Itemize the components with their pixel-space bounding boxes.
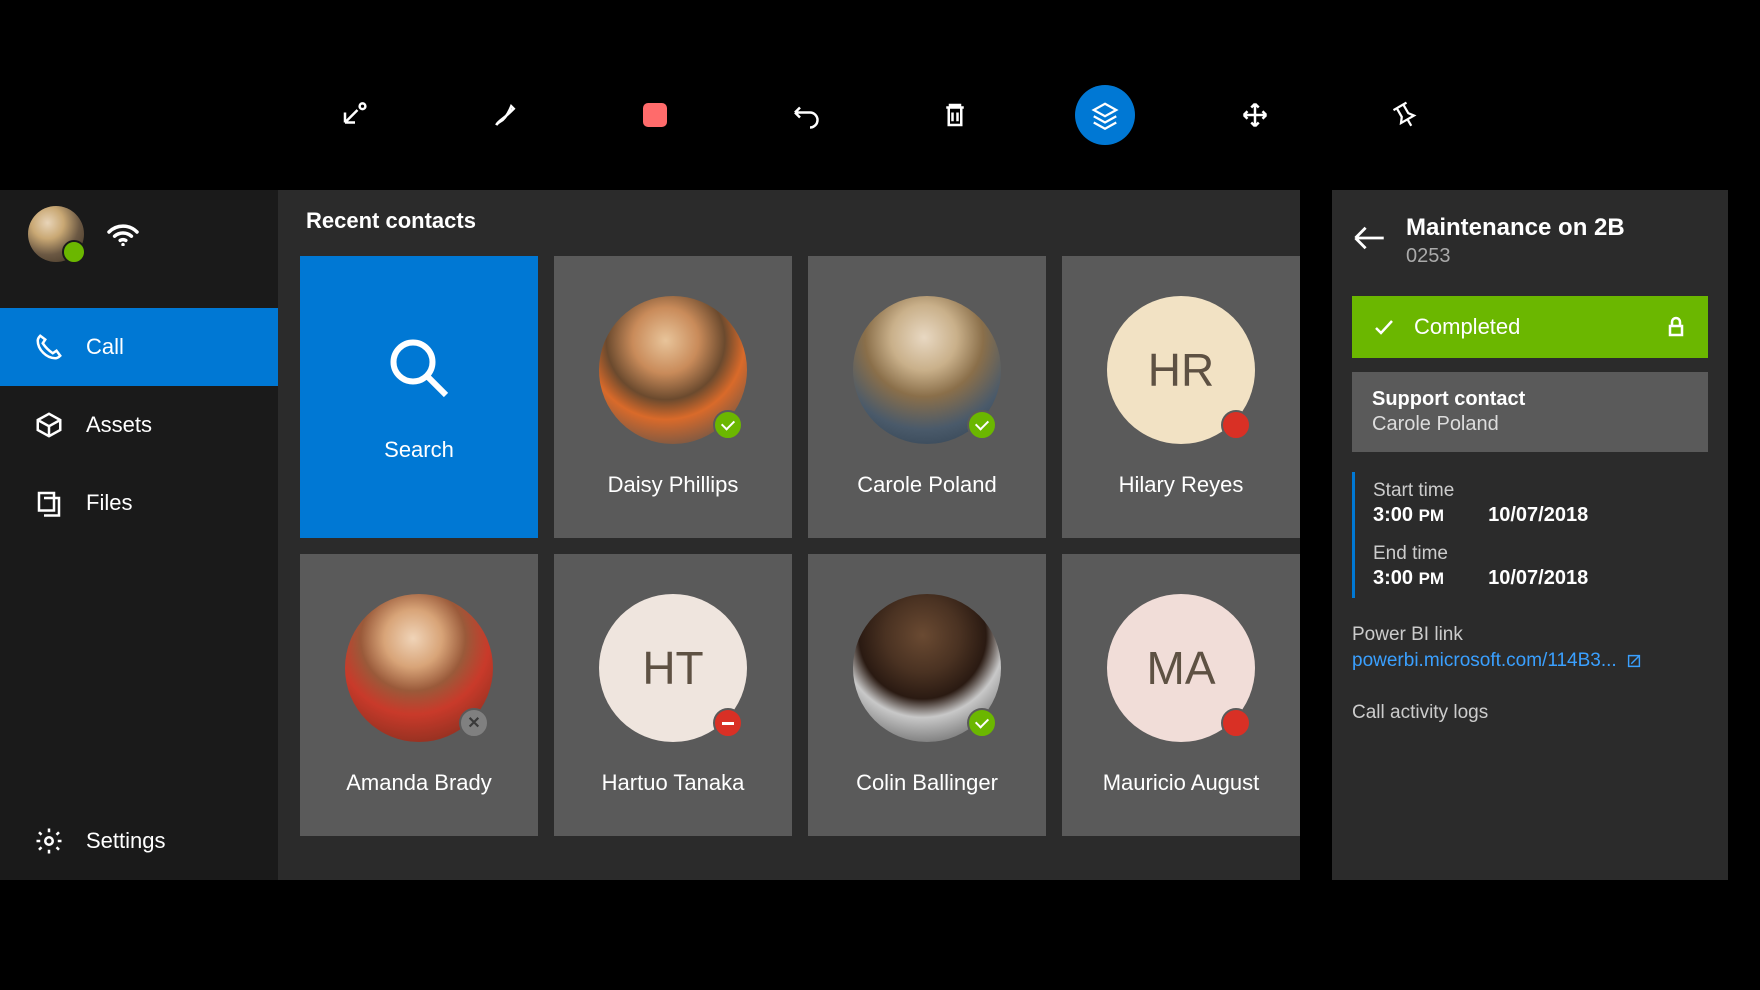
start-time: 3:00 PM [1373,504,1444,527]
check-icon [1372,315,1396,339]
contact-tile[interactable]: MA Mauricio August [1062,554,1300,836]
status-label: Completed [1414,314,1520,340]
support-value: Carole Poland [1372,413,1688,436]
lock-icon [1664,315,1688,339]
wifi-icon[interactable] [106,218,140,251]
contact-avatar [853,594,1001,742]
contact-name: Hartuo Tanaka [602,770,745,796]
external-link-icon [1625,652,1643,670]
status-bar[interactable]: Completed [1352,296,1708,358]
status-icon [1221,708,1251,738]
status-icon [713,708,743,738]
sidebar: Call Assets Files Settings [0,190,278,880]
search-tile[interactable]: Search [300,256,538,538]
support-label: Support contact [1372,388,1688,411]
contact-tile[interactable]: Carole Poland [808,256,1046,538]
contact-name: Amanda Brady [346,770,492,796]
contact-avatar: HR [1107,296,1255,444]
nav-settings[interactable]: Settings [0,802,278,880]
contact-tile[interactable]: Amanda Brady [300,554,538,836]
contact-name: Hilary Reyes [1119,472,1244,498]
support-contact-box[interactable]: Support contact Carole Poland [1352,372,1708,452]
end-label: End time [1373,543,1708,565]
search-label: Search [384,437,454,463]
status-icon [1221,410,1251,440]
contact-avatar [853,296,1001,444]
contact-tile[interactable]: Daisy Phillips [554,256,792,538]
search-icon [383,332,455,409]
nav-call[interactable]: Call [0,308,278,386]
contact-tile[interactable]: HR Hilary Reyes [1062,256,1300,538]
incoming-icon[interactable] [325,85,385,145]
nav-assets-label: Assets [86,412,152,438]
section-title: Recent contacts [300,208,1278,234]
contact-avatar: MA [1107,594,1255,742]
start-label: Start time [1373,480,1708,502]
nav-assets[interactable]: Assets [0,386,278,464]
pin-icon[interactable] [1375,85,1435,145]
nav-files[interactable]: Files [0,464,278,542]
panel-id: 0253 [1406,245,1625,268]
panel-title: Maintenance on 2B [1406,214,1625,243]
layers-icon[interactable] [1075,85,1135,145]
time-block: Start time 3:00 PM 10/07/2018 End time 3… [1352,472,1708,598]
nav-call-label: Call [86,334,124,360]
status-icon [459,708,489,738]
move-icon[interactable] [1225,85,1285,145]
contact-tile[interactable]: Colin Ballinger [808,554,1046,836]
pen-icon[interactable] [475,85,535,145]
pbi-link[interactable]: powerbi.microsoft.com/114B3... [1352,650,1708,672]
details-panel: Maintenance on 2B 0253 Completed Support… [1332,190,1728,880]
contact-tile[interactable]: HT Hartuo Tanaka [554,554,792,836]
content-area: Recent contacts Search Daisy Phillips [278,190,1300,880]
end-date: 10/07/2018 [1488,567,1588,590]
logs-label: Call activity logs [1352,702,1708,724]
nav-settings-label: Settings [86,828,166,854]
contact-avatar [345,594,493,742]
record-icon[interactable] [625,85,685,145]
end-time: 3:00 PM [1373,567,1444,590]
contact-name: Mauricio August [1103,770,1260,796]
trash-icon[interactable] [925,85,985,145]
status-icon [967,708,997,738]
contact-avatar: HT [599,594,747,742]
contact-name: Daisy Phillips [608,472,739,498]
start-date: 10/07/2018 [1488,504,1588,527]
status-icon [967,410,997,440]
nav-files-label: Files [86,490,132,516]
user-avatar[interactable] [28,206,84,262]
top-toolbar [0,70,1760,160]
status-icon [713,410,743,440]
contact-name: Carole Poland [857,472,996,498]
contact-avatar [599,296,747,444]
undo-icon[interactable] [775,85,835,145]
pbi-label: Power BI link [1352,624,1708,646]
back-icon[interactable] [1352,224,1386,257]
contact-name: Colin Ballinger [856,770,998,796]
